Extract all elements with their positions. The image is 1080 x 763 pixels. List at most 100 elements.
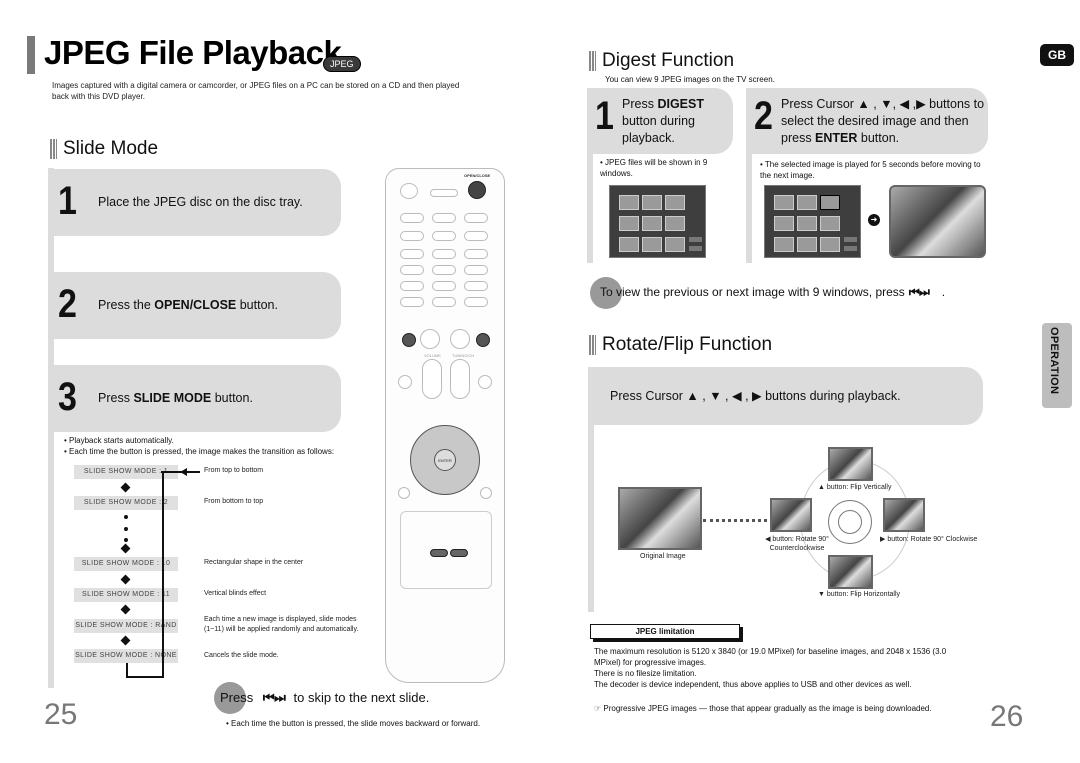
flip-vertical-image	[828, 447, 873, 481]
step-text: Press DIGEST button during playback.	[622, 97, 704, 145]
language-tab: GB	[1040, 44, 1074, 66]
digest-heading-text: Digest Function	[602, 50, 735, 71]
step-text: Place the JPEG disc on the disc tray.	[98, 195, 303, 209]
remote-stop-button[interactable]	[420, 329, 440, 349]
mode-desc-10: Rectangular shape in the center	[204, 559, 304, 566]
loop-line	[162, 471, 164, 665]
arrow-down-icon	[120, 574, 131, 585]
remote-enter-button[interactable]: ENTER	[434, 449, 456, 471]
remote-tuning-button[interactable]	[464, 213, 488, 223]
right-button-label: ▶ button: Rotate 90° Clockwise	[880, 536, 978, 543]
arrow-down-icon	[120, 482, 131, 493]
remote-tuning-label: TUNING/CH	[452, 353, 475, 358]
rotate-heading-text: Rotate/Flip Function	[602, 334, 773, 355]
remote-sleep-button[interactable]	[400, 213, 424, 223]
original-image	[618, 487, 702, 550]
remote-mute-button[interactable]	[480, 487, 492, 499]
digest-tip: To view the previous or next image with …	[600, 285, 946, 299]
step-number: 1	[595, 94, 614, 138]
remote-volume-rocker[interactable]	[422, 359, 442, 399]
digest-screen-1	[609, 185, 706, 258]
remote-skip-back-button[interactable]	[402, 333, 416, 347]
step-number: 3	[58, 375, 77, 419]
remote-remain-button[interactable]	[400, 297, 424, 307]
up-button-label: ▲ button: Flip Vertically	[818, 484, 892, 491]
remote-num-5[interactable]	[432, 265, 456, 275]
remote-num-1[interactable]	[400, 249, 424, 259]
slide-mode-heading: Slide Mode	[50, 138, 158, 160]
remote-num-4[interactable]	[400, 265, 424, 275]
remote-num-9[interactable]	[464, 281, 488, 291]
title-accent-bar	[27, 36, 35, 74]
arrow-down-icon	[120, 604, 131, 615]
jpeg-badge: JPEG	[323, 56, 361, 72]
rotate-instruction-box: Press Cursor ▲ , ▼ , ◀ , ▶ buttons durin…	[588, 367, 983, 425]
skip-note: • Each time the button is pressed, the s…	[226, 719, 481, 728]
remote-return-button[interactable]	[398, 487, 410, 499]
remote-mode-button[interactable]	[432, 213, 456, 223]
bullet-transition: • Each time the button is pressed, the i…	[64, 447, 335, 456]
rotate-cw-image	[883, 498, 925, 532]
slide-mode-heading-text: Slide Mode	[63, 138, 159, 159]
remote-num-6[interactable]	[464, 265, 488, 275]
bullet-playback: • Playback starts automatically.	[64, 436, 174, 445]
loop-line	[126, 663, 164, 678]
step-text: Press SLIDE MODE button.	[98, 391, 253, 405]
ellipsis-dot-icon	[124, 527, 128, 531]
arrow-down-icon	[120, 635, 131, 646]
digest-screen-2	[764, 185, 861, 258]
mode-desc-rand: Each time a new image is displayed, slid…	[204, 616, 359, 633]
original-image-label: Original Image	[640, 553, 686, 560]
remote-slide-mode-button[interactable]	[450, 549, 468, 557]
loop-line	[186, 471, 200, 473]
digest-heading: Digest Function	[589, 50, 734, 72]
remote-play-pause-button[interactable]	[450, 329, 470, 349]
digest-note-1: • JPEG files will be shown in 9 windows.	[600, 158, 708, 178]
remote-volume-label: VOLUME	[424, 353, 441, 358]
remote-control: OPEN/CLOSE VOLUME TUNING/CH ENTER	[385, 168, 505, 683]
arrow-down-icon	[120, 543, 131, 554]
heading-bars-icon	[589, 335, 596, 355]
limitation-text: The maximum resolution is 5120 x 3840 (o…	[594, 647, 947, 689]
ellipsis-dot-icon	[124, 515, 128, 519]
flip-horizontal-image	[828, 555, 873, 589]
remote-skip-forward-button[interactable]	[476, 333, 490, 347]
remote-digest-button[interactable]	[430, 549, 448, 557]
remote-tuning-rocker[interactable]	[450, 359, 470, 399]
step-text: Press Cursor ▲ , ▼, ◀ ,▶ buttons to sele…	[781, 97, 985, 145]
digest-step-1: 1 Press DIGEST button during playback.	[587, 88, 733, 154]
ellipsis-dot-icon	[124, 538, 128, 542]
remote-num-7[interactable]	[400, 281, 424, 291]
skip-tip: Press ⏮ ⏭ to skip to the next slide.	[220, 690, 430, 705]
remote-num-2[interactable]	[432, 249, 456, 259]
remote-dvd-button[interactable]	[400, 231, 424, 241]
heading-bars-icon	[50, 139, 57, 159]
remote-aux-button[interactable]	[464, 231, 488, 241]
rotate-ccw-image	[770, 498, 812, 532]
remote-pl2-effect-button[interactable]	[478, 375, 492, 389]
remote-cancel-button[interactable]	[464, 297, 488, 307]
arrow-right-icon: ➜	[868, 214, 880, 226]
remote-num-0[interactable]	[432, 297, 456, 307]
digest-step-2: 2 Press Cursor ▲ , ▼, ◀ ,▶ buttons to se…	[746, 88, 988, 154]
skip-buttons-icon: ⏮ ⏭	[908, 285, 930, 299]
left-button-label: ◀ button: Rotate 90° Counterclockwise	[765, 536, 829, 552]
remote-pl2-mode-button[interactable]	[398, 375, 412, 389]
heading-bars-icon	[589, 51, 596, 71]
page-number-left: 25	[44, 698, 78, 731]
intro-text: Images captured with a digital camera or…	[52, 81, 460, 101]
digest-subtitle: You can view 9 JPEG images on the TV scr…	[605, 75, 775, 84]
remote-num-8[interactable]	[432, 281, 456, 291]
digest-note-2: • The selected image is played for 5 sec…	[760, 160, 981, 180]
page-title: JPEG File Playback	[44, 34, 342, 71]
remote-num-3[interactable]	[464, 249, 488, 259]
jpeg-limitation-heading: JPEG limitation	[590, 624, 740, 639]
kitten-photo	[889, 185, 986, 258]
remote-tuner-button[interactable]	[432, 231, 456, 241]
skip-buttons-icon: ⏮ ⏭	[262, 690, 286, 705]
mode-desc-none: Cancels the slide mode.	[204, 652, 279, 659]
mode-desc-11: Vertical blinds effect	[204, 590, 267, 597]
down-button-label: ▼ button: Flip Horizontally	[818, 591, 901, 598]
slide-step-1: 1 Place the JPEG disc on the disc tray.	[48, 169, 341, 236]
mode-desc-2: From bottom to top	[204, 498, 264, 505]
